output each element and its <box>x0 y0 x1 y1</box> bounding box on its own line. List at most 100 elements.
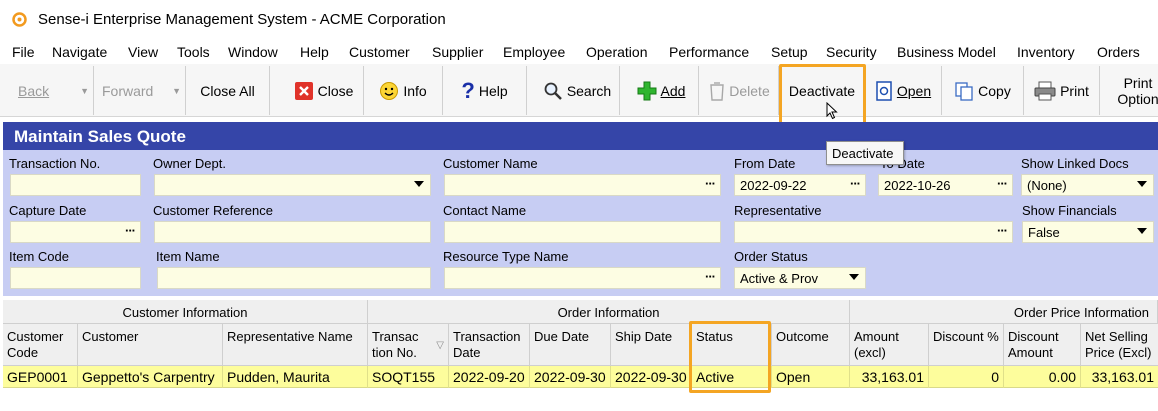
customer-reference-input[interactable] <box>154 221 431 243</box>
contact-name-input[interactable] <box>444 221 721 243</box>
ellipsis-button[interactable]: ··· <box>850 176 861 191</box>
cell-outcome[interactable]: Open <box>772 366 850 388</box>
cell-customer[interactable]: Geppetto's Carpentry <box>78 366 223 388</box>
menu-view[interactable]: View <box>128 44 158 60</box>
menu-orders[interactable]: Orders <box>1097 44 1140 60</box>
menu-customer[interactable]: Customer <box>349 44 410 60</box>
back-button[interactable]: Back ▼ <box>4 66 94 115</box>
forward-dropdown-icon[interactable]: ▼ <box>172 86 181 96</box>
menu-navigate[interactable]: Navigate <box>52 44 107 60</box>
col-discount-amount[interactable]: Discount Amount <box>1004 324 1081 366</box>
col-amount-excl[interactable]: Amount (excl) <box>850 324 929 366</box>
to-date-input[interactable]: 2022-10-26 ··· <box>878 174 1013 196</box>
order-status-label: Order Status <box>734 249 808 264</box>
representative-input[interactable]: ··· <box>734 221 1013 243</box>
show-linked-docs-select[interactable]: (None) <box>1021 174 1154 196</box>
cell-discount-pct[interactable]: 0 <box>929 366 1004 388</box>
help-button[interactable]: ? Help <box>443 66 527 115</box>
back-dropdown-icon[interactable]: ▼ <box>80 86 89 96</box>
menu-inventory[interactable]: Inventory <box>1017 44 1075 60</box>
customer-name-input[interactable]: ··· <box>444 174 721 196</box>
cell-ship-date[interactable]: 2022-09-30 <box>611 366 692 388</box>
representative-label: Representative <box>734 203 822 218</box>
print-button[interactable]: Print <box>1024 66 1100 115</box>
contact-name-label: Contact Name <box>443 203 527 218</box>
ellipsis-button[interactable]: ··· <box>997 223 1008 238</box>
chevron-down-icon[interactable] <box>414 181 424 187</box>
menu-help[interactable]: Help <box>300 44 329 60</box>
chevron-down-icon[interactable] <box>1137 181 1147 187</box>
close-button[interactable]: Close <box>284 66 364 115</box>
delete-label: Delete <box>729 82 770 99</box>
menu-file[interactable]: File <box>12 44 35 60</box>
menu-operation[interactable]: Operation <box>586 44 647 60</box>
menu-setup[interactable]: Setup <box>771 44 808 60</box>
ellipsis-button[interactable]: ··· <box>705 176 716 191</box>
menu-window[interactable]: Window <box>228 44 278 60</box>
cell-discount-amount[interactable]: 0.00 <box>1004 366 1081 388</box>
col-discount-pct[interactable]: Discount % <box>929 324 1004 366</box>
table-row[interactable]: GEP0001 Geppetto's Carpentry Pudden, Mau… <box>3 366 1158 388</box>
plus-icon <box>637 81 657 100</box>
print-options-button[interactable]: Print Option <box>1104 66 1158 115</box>
search-button[interactable]: Search <box>535 66 620 115</box>
group-header-price: Order Price Information <box>850 300 1158 324</box>
show-financials-select[interactable]: False <box>1022 221 1154 243</box>
col-net-selling-price[interactable]: Net Selling Price (Excl) <box>1081 324 1158 366</box>
title-bar: Sense-i Enterprise Management System - A… <box>0 0 1158 38</box>
cell-transaction-no[interactable]: SOQT155 <box>368 366 449 388</box>
menu-tools[interactable]: Tools <box>177 44 210 60</box>
menu-business-model[interactable]: Business Model <box>897 44 996 60</box>
ellipsis-button[interactable]: ··· <box>705 269 716 284</box>
menu-performance[interactable]: Performance <box>669 44 749 60</box>
chevron-down-icon[interactable] <box>1137 228 1147 234</box>
menu-security[interactable]: Security <box>826 44 877 60</box>
ellipsis-button[interactable]: ··· <box>125 223 136 238</box>
cell-due-date[interactable]: 2022-09-30 <box>530 366 611 388</box>
capture-date-input[interactable]: ··· <box>10 221 141 243</box>
ellipsis-button[interactable]: ··· <box>997 176 1008 191</box>
cell-net-selling-price[interactable]: 33,163.01 <box>1081 366 1158 388</box>
col-customer[interactable]: Customer <box>78 324 223 366</box>
form-title: Maintain Sales Quote <box>14 127 186 146</box>
add-button[interactable]: Add <box>624 66 699 115</box>
sort-descending-icon[interactable]: ▽ <box>436 338 444 354</box>
col-outcome[interactable]: Outcome <box>772 324 850 366</box>
from-date-input[interactable]: 2022-09-22 ··· <box>734 174 866 196</box>
order-status-select[interactable]: Active & Prov <box>734 267 866 289</box>
col-transaction-date[interactable]: Transaction Date <box>449 324 530 366</box>
copy-icon <box>955 81 973 101</box>
copy-button[interactable]: Copy <box>942 66 1024 115</box>
resource-type-name-input[interactable]: ··· <box>444 267 721 289</box>
close-all-button[interactable]: Close All <box>186 66 270 115</box>
col-customer-code[interactable]: Customer Code <box>3 324 78 366</box>
chevron-down-icon[interactable] <box>849 274 859 280</box>
delete-button[interactable]: Delete <box>701 66 779 115</box>
smiley-info-icon <box>380 81 399 100</box>
cell-representative-name[interactable]: Pudden, Maurita <box>223 366 368 388</box>
open-button[interactable]: Open <box>865 66 942 115</box>
owner-dept-select[interactable] <box>154 174 431 196</box>
cell-customer-code[interactable]: GEP0001 <box>3 366 78 388</box>
app-logo-icon <box>12 12 27 27</box>
cell-transaction-date[interactable]: 2022-09-20 <box>449 366 530 388</box>
cell-amount-excl[interactable]: 33,163.01 <box>850 366 929 388</box>
info-button[interactable]: Info <box>364 66 443 115</box>
col-transaction-no[interactable]: Transac tion No. ▽ <box>368 324 449 366</box>
show-linked-docs-value: (None) <box>1027 178 1067 193</box>
transaction-no-input[interactable] <box>10 174 141 196</box>
col-ship-date[interactable]: Ship Date <box>611 324 692 366</box>
item-code-input[interactable] <box>10 267 141 289</box>
forward-button[interactable]: Forward ▼ <box>94 66 186 115</box>
col-representative-name[interactable]: Representative Name <box>223 324 368 366</box>
show-financials-label: Show Financials <box>1022 203 1117 218</box>
menu-employee[interactable]: Employee <box>503 44 565 60</box>
col-due-date[interactable]: Due Date <box>530 324 611 366</box>
copy-label: Copy <box>978 82 1011 99</box>
customer-reference-label: Customer Reference <box>153 203 273 218</box>
magnifier-icon <box>544 82 562 100</box>
menu-supplier[interactable]: Supplier <box>432 44 483 60</box>
group-header-order: Order Information <box>368 300 850 324</box>
print-options-label-1: Print <box>1123 74 1153 91</box>
item-name-input[interactable] <box>157 267 431 289</box>
